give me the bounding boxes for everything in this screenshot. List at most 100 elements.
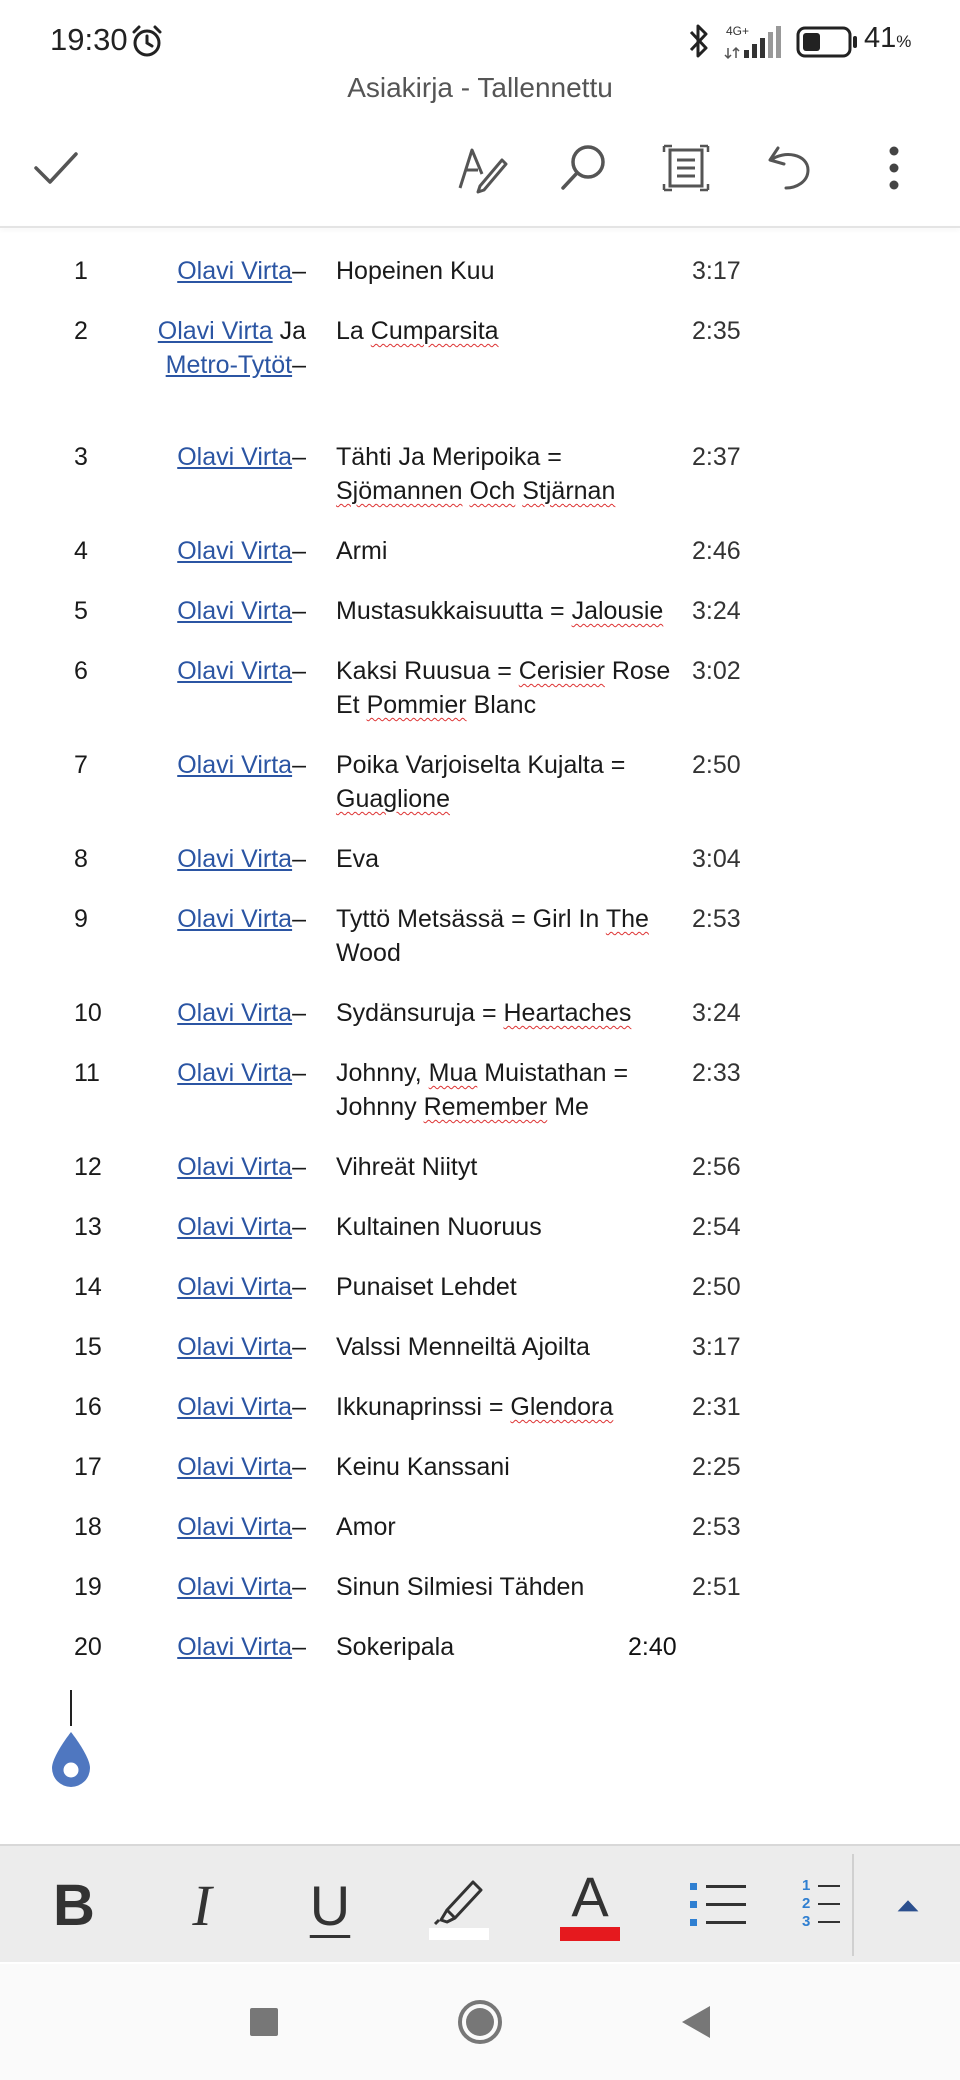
track-title: Ikkunaprinssi = Glendora bbox=[336, 1393, 614, 1421]
font-color-letter: A bbox=[571, 1865, 609, 1928]
track-artist: Olavi Virta– bbox=[177, 597, 306, 625]
track-number: 1 bbox=[74, 257, 88, 285]
italic-icon[interactable]: I bbox=[152, 1846, 252, 1964]
track-artist: Olavi Virta– bbox=[177, 905, 306, 933]
check-icon[interactable] bbox=[24, 136, 88, 200]
track-number: 4 bbox=[74, 537, 88, 565]
artist-link[interactable]: Olavi Virta bbox=[177, 1393, 292, 1421]
track-title: Valssi Menneiltä Ajoilta bbox=[336, 1333, 590, 1361]
artist-link[interactable]: Olavi Virta bbox=[158, 317, 273, 345]
track-artist: Olavi Virta– bbox=[177, 1059, 306, 1087]
artist-link[interactable]: Olavi Virta bbox=[177, 999, 292, 1027]
artist-link[interactable]: Olavi Virta bbox=[177, 1513, 292, 1541]
track-artist: Olavi Virta– bbox=[177, 1273, 306, 1301]
track-number: 6 bbox=[74, 657, 88, 685]
track-artist: Olavi Virta– bbox=[177, 1333, 306, 1361]
track-duration: 3:17 bbox=[692, 1333, 741, 1361]
list-number: 3 bbox=[802, 1913, 811, 1930]
track-title: Vihreät Niityt bbox=[336, 1153, 478, 1181]
track-duration: 2:53 bbox=[692, 1513, 741, 1541]
track-artist: Olavi Virta– bbox=[177, 1393, 306, 1421]
alarm-icon bbox=[132, 25, 162, 57]
font-color-icon[interactable]: A bbox=[540, 1846, 640, 1964]
track-number: 3 bbox=[74, 443, 88, 471]
more-icon[interactable] bbox=[862, 136, 926, 200]
artist-link[interactable]: Olavi Virta bbox=[177, 257, 292, 285]
numbered-list-icon[interactable]: 1 2 3 bbox=[790, 1846, 850, 1964]
battery-percent: 41% bbox=[864, 22, 912, 54]
system-nav-bar bbox=[0, 1964, 960, 2080]
battery-icon bbox=[796, 26, 857, 58]
track-title: Keinu Kanssani bbox=[336, 1453, 510, 1481]
artist-link[interactable]: Olavi Virta bbox=[177, 657, 292, 685]
underline-label: U bbox=[309, 1873, 351, 1937]
track-title: Sydänsuruja = Heartaches bbox=[336, 999, 632, 1027]
artist-link[interactable]: Olavi Virta bbox=[177, 443, 292, 471]
track-artist: Olavi Virta– bbox=[177, 1153, 306, 1181]
artist-link[interactable]: Olavi Virta bbox=[177, 1453, 292, 1481]
track-number: 15 bbox=[74, 1333, 102, 1361]
artist-link[interactable]: Metro-Tytöt bbox=[166, 351, 292, 379]
track-duration: 2:35 bbox=[692, 317, 741, 345]
track-artist: Olavi Virta– bbox=[177, 1513, 306, 1541]
artist-link[interactable]: Olavi Virta bbox=[177, 1333, 292, 1361]
artist-link[interactable]: Olavi Virta bbox=[177, 845, 292, 873]
track-artist: Olavi Virta– bbox=[177, 443, 306, 471]
cursor-handle-icon[interactable] bbox=[48, 1730, 94, 1790]
track-number: 18 bbox=[74, 1513, 102, 1541]
track-duration: 2:25 bbox=[692, 1453, 741, 1481]
track-duration: 3:17 bbox=[692, 257, 741, 285]
track-duration: 2:50 bbox=[692, 1273, 741, 1301]
track-number: 7 bbox=[74, 751, 88, 779]
artist-link[interactable]: Olavi Virta bbox=[177, 905, 292, 933]
underline-icon[interactable]: U bbox=[280, 1846, 380, 1964]
document-body[interactable]: 1 Olavi Virta– Hopeinen Kuu 3:17 2 Olavi… bbox=[0, 230, 960, 1842]
track-number: 14 bbox=[74, 1273, 102, 1301]
highlighter-icon[interactable] bbox=[410, 1846, 510, 1964]
bullet-list-icon[interactable] bbox=[668, 1846, 768, 1964]
artist-link[interactable]: Olavi Virta bbox=[177, 1153, 292, 1181]
artist-link[interactable]: Olavi Virta bbox=[177, 537, 292, 565]
expand-icon[interactable] bbox=[858, 1846, 958, 1964]
track-duration: 2:50 bbox=[692, 751, 741, 779]
artist-link[interactable]: Olavi Virta bbox=[177, 751, 292, 779]
back-icon[interactable] bbox=[668, 1994, 724, 2050]
artist-link[interactable]: Olavi Virta bbox=[177, 1573, 292, 1601]
track-number: 20 bbox=[74, 1633, 102, 1661]
artist-link[interactable]: Olavi Virta bbox=[177, 1059, 292, 1087]
track-title: Kultainen Nuoruus bbox=[336, 1213, 542, 1241]
track-title: Kaksi Ruusua = Cerisier Rose Et Pommier … bbox=[336, 657, 671, 719]
search-icon[interactable] bbox=[552, 136, 616, 200]
track-title: Sinun Silmiesi Tähden bbox=[336, 1573, 585, 1601]
track-number: 16 bbox=[74, 1393, 102, 1421]
track-duration: 2:56 bbox=[692, 1153, 741, 1181]
track-number: 17 bbox=[74, 1453, 102, 1481]
track-title: Armi bbox=[336, 537, 388, 565]
undo-icon[interactable] bbox=[758, 136, 822, 200]
track-title: Johnny, Mua Muistathan = Johnny Remember… bbox=[336, 1059, 629, 1121]
track-number: 11 bbox=[74, 1059, 100, 1087]
artist-link[interactable]: Olavi Virta bbox=[177, 1273, 292, 1301]
artist-link[interactable]: Olavi Virta bbox=[177, 597, 292, 625]
pen-icon[interactable] bbox=[450, 136, 514, 200]
track-duration: 3:24 bbox=[692, 597, 741, 625]
track-artist: Olavi Virta– bbox=[177, 999, 306, 1027]
home-icon[interactable] bbox=[452, 1994, 508, 2050]
format-bar-divider bbox=[852, 1854, 854, 1956]
document-title: Asiakirja - Tallennettu bbox=[347, 72, 613, 103]
track-artist: Olavi Virta– bbox=[177, 1453, 306, 1481]
signal-icon: 4G+ bbox=[722, 22, 784, 60]
track-artist: Olavi Virta– bbox=[177, 657, 306, 685]
bluetooth-icon bbox=[689, 24, 708, 58]
track-title: Eva bbox=[336, 845, 380, 873]
bold-icon[interactable]: B bbox=[24, 1846, 124, 1964]
track-number: 8 bbox=[74, 845, 88, 873]
list-number: 1 bbox=[802, 1877, 811, 1894]
track-number: 9 bbox=[74, 905, 88, 933]
artist-link[interactable]: Olavi Virta bbox=[177, 1633, 292, 1661]
artist-link[interactable]: Olavi Virta bbox=[177, 1213, 292, 1241]
track-duration: 3:24 bbox=[692, 999, 741, 1027]
recent-apps-icon[interactable] bbox=[236, 1994, 292, 2050]
track-title: Amor bbox=[336, 1513, 396, 1541]
read-mode-icon[interactable] bbox=[654, 136, 718, 200]
